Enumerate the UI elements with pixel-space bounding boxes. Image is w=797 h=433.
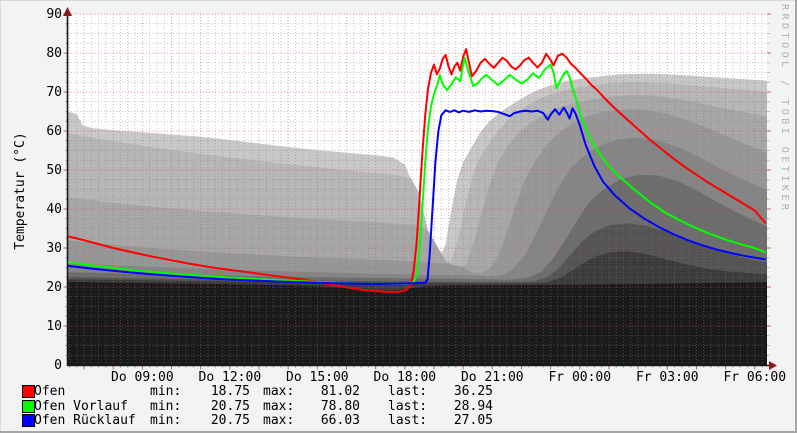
legend-max-value: 81.02 bbox=[320, 384, 360, 399]
legend-series-name: Ofen Vorlauf bbox=[34, 398, 128, 414]
rrd-graph: Temperatur (°C) RRDTOOL / TOBI OETIKER 0… bbox=[0, 0, 797, 433]
y-tick-label: 40 bbox=[46, 201, 62, 217]
y-tick-label: 80 bbox=[46, 45, 62, 61]
y-tick-label: 60 bbox=[46, 123, 62, 139]
y-tick-label: 50 bbox=[46, 162, 62, 178]
y-tick-label: 20 bbox=[46, 279, 62, 295]
legend-max-value: 66.03 bbox=[320, 413, 360, 428]
base-band-black bbox=[68, 281, 767, 365]
y-axis-arrow bbox=[63, 7, 72, 16]
legend-min-label: min: bbox=[150, 398, 182, 414]
x-tick-label: Fr 03:00 bbox=[635, 370, 699, 385]
legend-row: Ofen min: 18.75 max: 81.02 last: 36.25 bbox=[0, 385, 797, 399]
x-tick-label: Do 21:00 bbox=[460, 370, 524, 385]
frame-edge-left bbox=[0, 0, 1, 433]
legend-last-value: 27.05 bbox=[453, 413, 493, 428]
y-tick-label: 10 bbox=[46, 318, 62, 334]
legend-last-value: 36.25 bbox=[453, 384, 493, 399]
x-axis-arrow bbox=[769, 361, 777, 370]
x-tick-label: Do 15:00 bbox=[286, 370, 349, 385]
x-tick-label: Do 18:00 bbox=[373, 370, 437, 385]
legend-row: Ofen Vorlauf min: 20.75 max: 78.80 last: 28.94 bbox=[0, 398, 797, 414]
legend-series-name: Ofen Rücklauf bbox=[34, 413, 136, 428]
legend-last-label: last: bbox=[388, 384, 428, 399]
x-tick-label: Fr 06:00 bbox=[723, 370, 787, 385]
legend-series-name: Ofen bbox=[34, 384, 66, 399]
frame-edge-top bbox=[0, 0, 797, 1]
y-tick-label: 0 bbox=[54, 357, 62, 373]
legend-min-value: 20.75 bbox=[210, 398, 250, 414]
x-tick-label: Do 09:00 bbox=[111, 370, 174, 385]
legend-min-label: min: bbox=[150, 413, 182, 428]
y-tick-label: 70 bbox=[46, 84, 62, 100]
legend-last-label: last: bbox=[388, 398, 428, 414]
y-tick-label: 30 bbox=[46, 240, 62, 256]
legend-row: Ofen Rücklauf min: 20.75 max: 66.03 last: 27.0… bbox=[0, 414, 797, 428]
legend-min-value: 20.75 bbox=[210, 413, 250, 428]
rrdtool-watermark: RRDTOOL / TOBI OETIKER bbox=[779, 4, 790, 214]
legend-last-value: 28.94 bbox=[453, 398, 493, 414]
x-tick-label: Do 12:00 bbox=[198, 370, 262, 385]
legend-last-label: last: bbox=[388, 413, 428, 428]
legend-min-value: 18.75 bbox=[210, 384, 250, 399]
legend-max-value: 78.80 bbox=[320, 398, 360, 414]
legend-min-label: min: bbox=[150, 384, 182, 399]
x-tick-label: Fr 00:00 bbox=[548, 370, 612, 385]
y-tick-label: 90 bbox=[46, 6, 62, 22]
chart-canvas bbox=[63, 7, 777, 370]
